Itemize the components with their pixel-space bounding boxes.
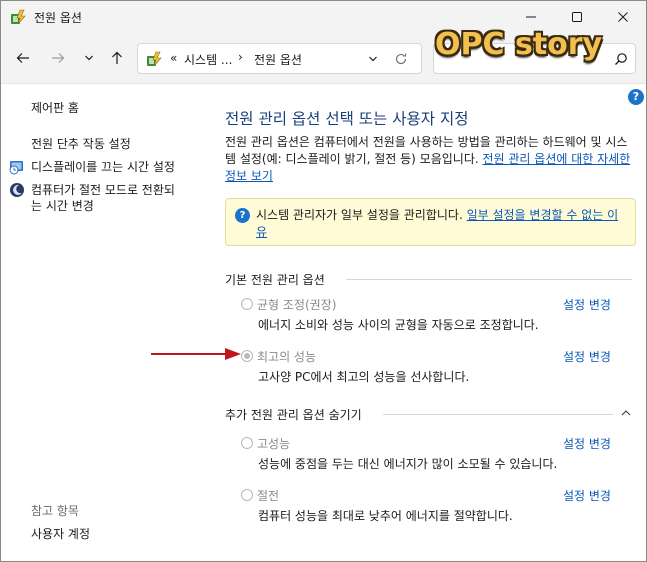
up-button[interactable] xyxy=(105,46,129,70)
plan-name-ultimate-performance[interactable]: 최고의 성능 xyxy=(257,348,316,365)
red-arrow-annotation xyxy=(151,348,241,360)
recent-locations-button[interactable] xyxy=(77,46,101,70)
admin-info-text: 시스템 관리자가 일부 설정을 관리합니다. 일부 설정을 변경할 수 없는 이… xyxy=(256,207,628,241)
watermark-logo: OPC story xyxy=(435,27,603,62)
address-bar[interactable]: « 시스템 ... › 전원 옵션 xyxy=(137,43,422,74)
see-also-heading: 참고 항목 xyxy=(31,504,79,518)
display-off-time-link[interactable]: 디스플레이를 끄는 시간 설정 xyxy=(31,159,175,175)
plan-desc-power-saver: 컴퓨터 성능을 최대로 낮추어 에너지를 절약합니다. xyxy=(258,509,513,523)
help-icon[interactable]: ? xyxy=(628,89,644,105)
sleep-time-link-line1[interactable]: 컴퓨터가 절전 모드로 전환되 xyxy=(31,182,175,198)
change-settings-ultimate-performance[interactable]: 설정 변경 xyxy=(563,348,611,365)
control-panel-home-link[interactable]: 제어판 홈 xyxy=(31,100,79,116)
close-button[interactable] xyxy=(600,1,646,32)
minimize-icon xyxy=(526,16,536,17)
arrow-up-icon xyxy=(112,51,122,64)
address-overflow-chevron[interactable]: « xyxy=(170,51,177,65)
page-title: 전원 관리 옵션 선택 또는 사용자 지정 xyxy=(225,110,469,128)
power-options-app-icon xyxy=(11,9,26,25)
sleep-time-link-line2[interactable]: 는 시간 변경 xyxy=(31,198,94,214)
section-divider xyxy=(383,414,613,415)
chevron-up-icon[interactable] xyxy=(620,407,632,419)
left-navigation-pane: 제어판 홈 전원 단추 작동 설정 디스플레이를 끄는 시간 설정 컴퓨터가 절… xyxy=(1,85,216,561)
radio-high-performance[interactable] xyxy=(241,437,253,449)
power-options-address-icon xyxy=(147,51,162,67)
refresh-icon[interactable] xyxy=(394,52,408,66)
plan-desc-balanced: 에너지 소비와 성능 사이의 균형을 자동으로 조정합니다. xyxy=(258,318,539,332)
admin-info-banner: ? 시스템 관리자가 일부 설정을 관리합니다. 일부 설정을 변경할 수 없는… xyxy=(225,198,636,246)
chevron-down-icon[interactable] xyxy=(366,52,380,66)
back-button[interactable] xyxy=(11,46,35,70)
breadcrumb-system[interactable]: 시스템 ... xyxy=(184,51,232,68)
plan-desc-high-performance: 성능에 중점을 두는 대신 에너지가 많이 소모될 수 있습니다. xyxy=(258,457,558,471)
power-options-window: 전원 옵션 « 시스템 ... › 전원 옵션 OPC story 제어판 홈 … xyxy=(0,0,647,562)
close-icon xyxy=(618,11,628,22)
window-title: 전원 옵션 xyxy=(34,11,82,25)
arrow-right-icon xyxy=(52,53,65,63)
power-button-settings-link[interactable]: 전원 단추 작동 설정 xyxy=(31,136,131,152)
forward-button[interactable] xyxy=(46,46,70,70)
display-clock-icon xyxy=(9,161,23,175)
change-settings-balanced[interactable]: 설정 변경 xyxy=(563,296,611,313)
search-icon xyxy=(615,53,627,65)
user-accounts-link[interactable]: 사용자 계정 xyxy=(31,526,90,542)
sleep-moon-icon xyxy=(10,183,24,197)
section-divider xyxy=(346,279,632,280)
breadcrumb-separator[interactable]: › xyxy=(238,50,243,64)
change-settings-power-saver[interactable]: 설정 변경 xyxy=(563,487,611,504)
plan-desc-ultimate-performance: 고사양 PC에서 최고의 성능을 선사합니다. xyxy=(258,370,470,384)
plan-name-power-saver[interactable]: 절전 xyxy=(257,487,279,504)
change-settings-high-performance[interactable]: 설정 변경 xyxy=(563,435,611,452)
plan-name-balanced[interactable]: 균형 조정(권장) xyxy=(257,296,336,313)
info-icon: ? xyxy=(235,208,250,223)
breadcrumb-power-options[interactable]: 전원 옵션 xyxy=(254,51,302,68)
plan-name-high-performance[interactable]: 고성능 xyxy=(257,435,290,452)
extra-plans-header[interactable]: 추가 전원 관리 옵션 숨기기 xyxy=(225,406,362,423)
maximize-icon xyxy=(572,11,582,22)
admin-info-message: 시스템 관리자가 일부 설정을 관리합니다. xyxy=(256,208,467,222)
chevron-down-icon xyxy=(85,55,93,61)
basic-plans-header: 기본 전원 관리 옵션 xyxy=(225,273,325,287)
page-description: 전원 관리 옵션은 컴퓨터에서 전원을 사용하는 방법을 관리하는 하드웨어 및… xyxy=(225,134,637,185)
radio-balanced[interactable] xyxy=(241,298,253,310)
radio-power-saver[interactable] xyxy=(241,489,253,501)
arrow-left-icon xyxy=(16,53,29,63)
